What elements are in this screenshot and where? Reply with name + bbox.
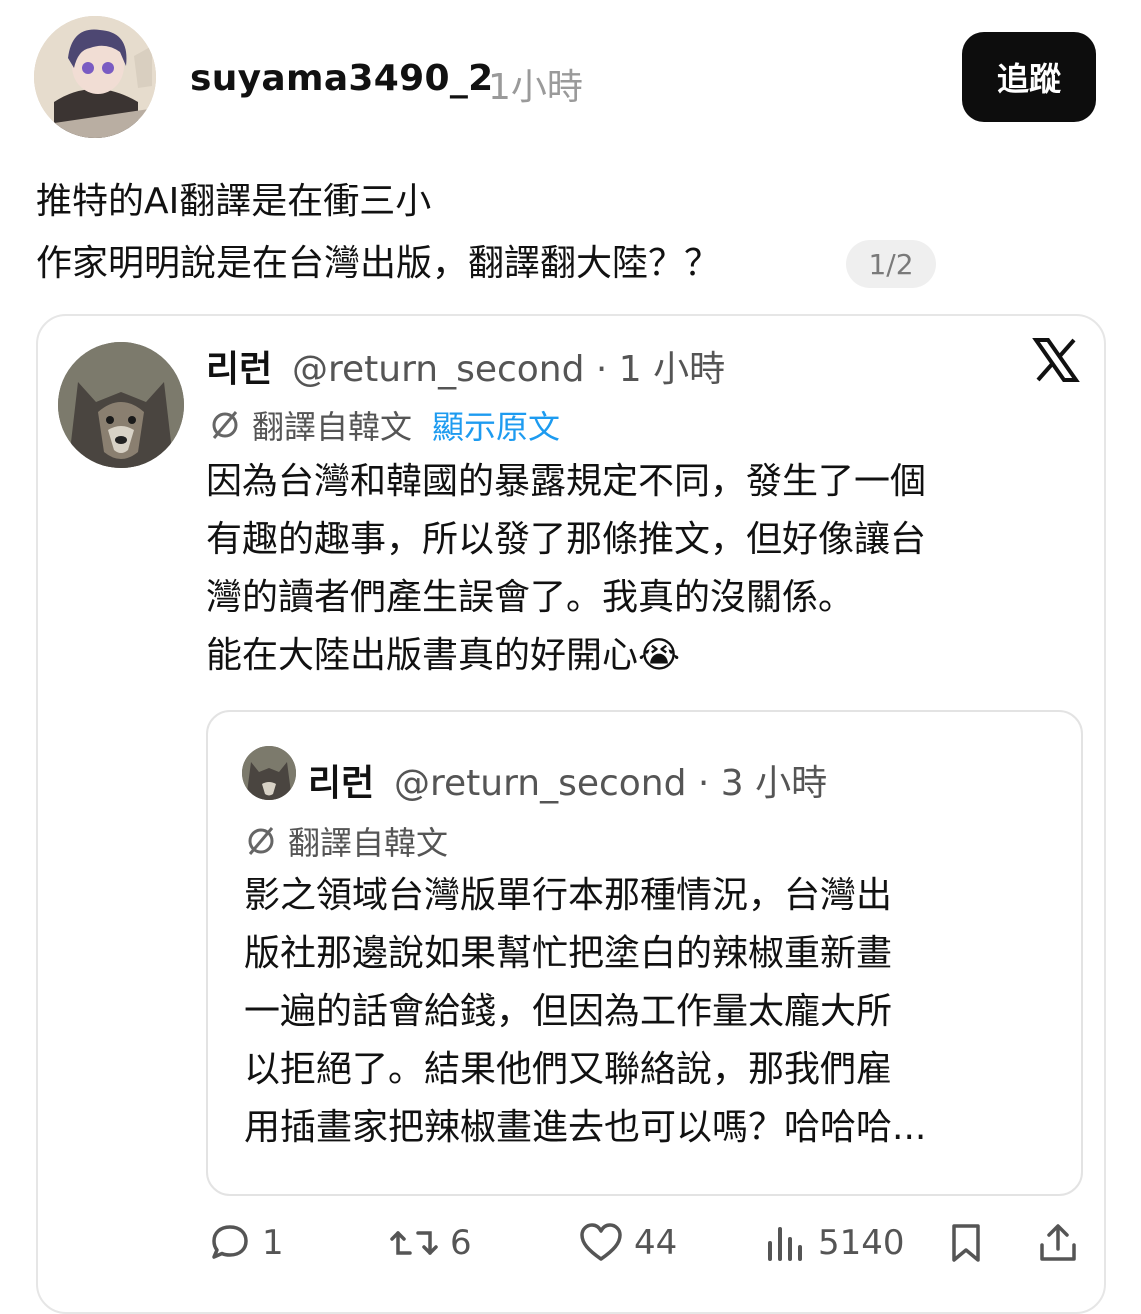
comment-icon <box>212 1225 248 1259</box>
tweet-author-name[interactable]: 리런 <box>206 340 272 392</box>
caption-line-1: 推特的AI翻譯是在衝三小 <box>36 181 432 222</box>
comment-button[interactable]: 1 <box>208 1218 284 1268</box>
views-count: 5140 <box>818 1223 905 1263</box>
quoted-text-line: 影之領域台灣版單行本那種情況，台灣出 <box>244 875 893 916</box>
tweet-author-avatar[interactable] <box>58 342 184 468</box>
follow-button[interactable]: 追蹤 <box>962 32 1096 122</box>
translated-from-label: 翻譯自韓文 <box>252 408 413 446</box>
repost-button[interactable]: 6 <box>388 1218 472 1268</box>
quoted-author-name[interactable]: 리런 <box>308 754 374 806</box>
like-button[interactable]: 44 <box>578 1218 677 1268</box>
quoted-translation-row: 翻譯自韓文 <box>244 818 448 864</box>
repost-count: 6 <box>450 1223 472 1263</box>
quoted-text-line: 以拒絕了。結果他們又聯絡說，那我們雇 <box>244 1049 893 1090</box>
tweet-text-line: 灣的讀者們產生誤會了。我真的沒關係。 <box>206 577 855 618</box>
quoted-handle-time: @return_second · 3 小時 <box>394 763 828 804</box>
tweet-text-line: 有趣的趣事，所以發了那條推文，但好像讓台 <box>206 519 927 560</box>
tweet-text-line: 能在大陸出版書真的好開心😭 <box>206 635 681 676</box>
comment-count: 1 <box>262 1223 284 1263</box>
quoted-text-line: 一遍的話會給錢，但因為工作量太龐大所 <box>244 991 893 1032</box>
tweet-handle-time: @return_second · 1 小時 <box>292 349 726 390</box>
bookmark-button[interactable] <box>946 1218 996 1268</box>
quoted-text-line: 用插畫家把辣椒畫進去也可以嗎？哈哈哈... <box>244 1107 927 1148</box>
translate-icon <box>248 827 274 855</box>
caption-line-2: 作家明明說是在台灣出版，翻譯翻大陸？？ <box>36 243 721 284</box>
like-count: 44 <box>634 1223 678 1263</box>
bookmark-icon <box>952 1224 980 1262</box>
share-icon <box>1040 1224 1076 1261</box>
quoted-translated-label: 翻譯自韓文 <box>288 824 449 862</box>
quoted-author-avatar[interactable] <box>242 746 296 800</box>
views-icon <box>768 1227 802 1261</box>
translate-icon <box>212 411 238 439</box>
post-time: 1小時 <box>488 67 583 108</box>
username[interactable]: suyama3490_2 <box>190 58 493 99</box>
heart-icon <box>580 1223 622 1261</box>
repost-icon <box>390 1231 438 1255</box>
user-avatar[interactable] <box>34 16 156 138</box>
share-button[interactable] <box>1036 1218 1090 1268</box>
tweet-text-line: 因為台灣和韓國的暴露規定不同，發生了一個 <box>206 461 927 502</box>
translation-row: 翻譯自韓文 顯示原文 <box>208 402 560 448</box>
show-original-link[interactable]: 顯示原文 <box>432 402 560 448</box>
page-indicator: 1/2 <box>846 240 936 288</box>
views-button[interactable]: 5140 <box>764 1218 905 1268</box>
quoted-text-line: 版社那邊說如果幫忙把塗白的辣椒重新畫 <box>244 933 893 974</box>
x-logo-icon <box>1032 336 1080 384</box>
